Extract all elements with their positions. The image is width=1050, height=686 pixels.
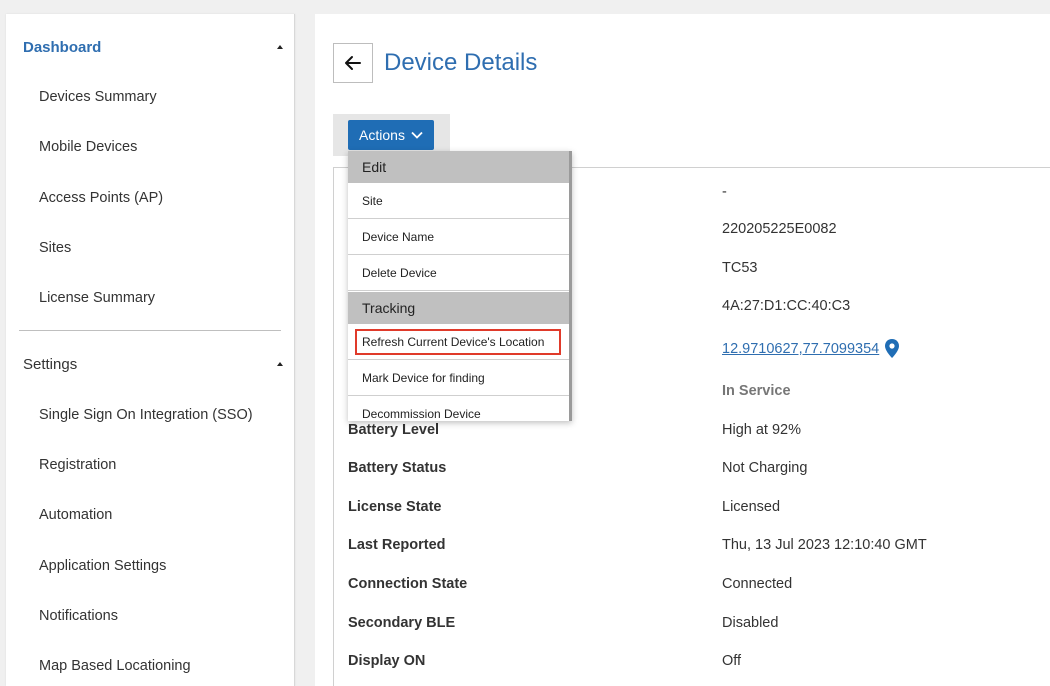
- actions-dropdown-button[interactable]: Actions: [348, 120, 434, 150]
- chevron-down-icon: [411, 131, 423, 139]
- sidebar-item-automation[interactable]: Automation: [39, 503, 112, 527]
- detail-label: Battery Level: [348, 422, 440, 438]
- menu-item-delete-device[interactable]: Delete Device: [348, 255, 569, 291]
- sidebar-item-notifications[interactable]: Notifications: [39, 604, 118, 628]
- menu-group-tracking: Tracking: [348, 292, 569, 324]
- sidebar-item-sites[interactable]: Sites: [39, 236, 71, 260]
- detail-value: High at 92%: [722, 422, 801, 438]
- sidebar-section-settings[interactable]: Settings: [23, 352, 285, 376]
- detail-value: Connected: [722, 576, 793, 592]
- detail-label: Battery Status: [348, 460, 447, 476]
- sidebar-item-access-points[interactable]: Access Points (AP): [39, 186, 163, 210]
- detail-label: Last Reported: [348, 537, 446, 553]
- location-coordinates: 12.9710627,77.7099354: [722, 340, 880, 357]
- detail-label: Connection State: [348, 576, 468, 592]
- detail-value: -: [722, 184, 727, 200]
- arrow-left-icon: [345, 56, 361, 70]
- detail-value: Thu, 13 Jul 2023 12:10:40 GMT: [722, 537, 927, 553]
- sidebar-section-label: Dashboard: [23, 38, 102, 56]
- sidebar-item-mobile-devices[interactable]: Mobile Devices: [39, 135, 137, 159]
- detail-value: Not Charging: [722, 460, 808, 476]
- menu-item-device-name[interactable]: Device Name: [348, 219, 569, 255]
- detail-label: License State: [348, 499, 442, 515]
- caret-up-icon: [277, 45, 283, 49]
- location-link[interactable]: 12.9710627,77.7099354: [722, 339, 900, 358]
- sidebar-section-dashboard[interactable]: Dashboard: [23, 35, 285, 59]
- back-button[interactable]: [333, 43, 373, 83]
- menu-group-edit: Edit: [348, 151, 569, 183]
- detail-value: Licensed: [722, 499, 781, 515]
- sidebar-item-devices-summary[interactable]: Devices Summary: [39, 85, 157, 109]
- detail-value: TC53: [722, 260, 758, 276]
- actions-label: Actions: [359, 127, 405, 143]
- detail-value: Off: [722, 653, 742, 669]
- sidebar-divider: [19, 330, 281, 331]
- status-value: In Service: [722, 383, 791, 399]
- menu-item-site[interactable]: Site: [348, 183, 569, 219]
- caret-up-icon: [277, 362, 283, 366]
- sidebar-item-license-summary[interactable]: License Summary: [39, 286, 155, 310]
- sidebar-item-sso[interactable]: Single Sign On Integration (SSO): [39, 403, 253, 427]
- page-title: Device Details: [384, 49, 538, 76]
- sidebar: Dashboard Devices Summary Mobile Devices…: [6, 14, 295, 686]
- detail-value: Disabled: [722, 615, 779, 631]
- menu-item-decommission-device[interactable]: Decommission Device: [348, 396, 569, 421]
- sidebar-item-map-based-locationing[interactable]: Map Based Locationing: [39, 654, 191, 678]
- menu-item-refresh-location[interactable]: Refresh Current Device's Location: [348, 324, 569, 360]
- map-pin-icon: [885, 339, 900, 358]
- menu-item-label: Refresh Current Device's Location: [362, 334, 545, 349]
- actions-toolbar: Actions: [333, 114, 450, 156]
- actions-menu: Edit Site Device Name Delete Device Trac…: [348, 151, 572, 421]
- detail-value: 4A:27:D1:CC:40:C3: [722, 298, 851, 314]
- detail-label: Display ON: [348, 653, 426, 669]
- sidebar-item-application-settings[interactable]: Application Settings: [39, 554, 166, 578]
- detail-label: Secondary BLE: [348, 615, 456, 631]
- menu-item-mark-device-finding[interactable]: Mark Device for finding: [348, 360, 569, 396]
- sidebar-item-registration[interactable]: Registration: [39, 453, 116, 477]
- sidebar-section-label: Settings: [23, 355, 78, 373]
- detail-value: 220205225E0082: [722, 221, 837, 237]
